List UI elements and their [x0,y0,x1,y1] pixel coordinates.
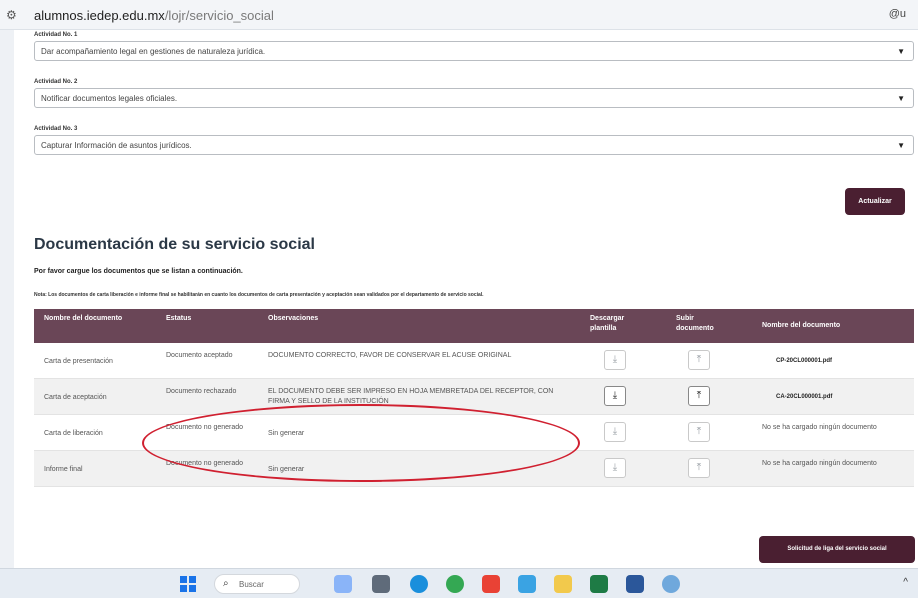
windows-start-icon[interactable] [180,576,196,592]
copilot-icon[interactable] [518,575,536,593]
chevron-up-icon[interactable]: ^ [903,577,908,588]
chevron-down-icon: ▼ [897,94,905,103]
taskbar-search-placeholder: Buscar [239,580,264,589]
activity-2-label: Actividad No. 2 [34,79,78,85]
header-download-template: Descargar plantilla [590,315,625,332]
browser-address-bar[interactable]: ⚙ alumnos.iedep.edu.mx/lojr/servicio_soc… [0,0,918,30]
document-status: Documento rechazado [166,388,237,395]
chrome-icon[interactable] [446,575,464,593]
profile-indicator[interactable]: @u [889,8,906,20]
header-observations: Observaciones [268,315,319,322]
edge-icon[interactable] [410,575,428,593]
documents-table: Nombre del documento Estatus Observacion… [34,309,914,487]
activity-1-label: Actividad No. 1 [34,32,78,38]
document-observations: Sin generar [268,430,305,437]
url-path: /lojr/servicio_social [164,8,274,23]
table-header: Nombre del documento Estatus Observacion… [34,309,914,343]
widgets-icon[interactable] [334,575,352,593]
download-icon[interactable]: ⤓ [604,386,626,406]
document-observations: Sin generar [268,466,305,473]
document-status: Documento no generado [166,424,244,431]
app-icon[interactable] [482,575,500,593]
download-icon[interactable]: ⤓ [604,422,626,442]
document-name: Carta de aceptación [44,394,107,401]
document-file-name: No se ha cargado ningún documento [762,460,877,467]
app-icon[interactable] [662,575,680,593]
table-row: Informe final Documento no generado Sin … [34,451,914,487]
note-text: Nota: Los documentos de carta liberación… [34,292,484,298]
url-text[interactable]: alumnos.iedep.edu.mx/lojr/servicio_socia… [34,8,274,23]
download-icon[interactable]: ⤓ [604,350,626,370]
document-observations: DOCUMENTO CORRECTO, FAVOR DE CONSERVAR E… [268,352,512,359]
document-name: Carta de liberación [44,430,103,437]
table-row: Carta de presentación Documento aceptado… [34,343,914,379]
actualizar-button[interactable]: Actualizar [845,188,905,215]
document-observations: EL DOCUMENTO DEBE SER IMPRESO EN HOJA ME… [268,388,554,405]
chevron-down-icon: ▼ [897,47,905,56]
table-row: Carta de aceptación Documento rechazado … [34,379,914,415]
header-upload-document: Subir documento [676,315,714,332]
activity-1-value: Dar acompañamiento legal en gestiones de… [41,47,266,56]
word-icon[interactable] [626,575,644,593]
url-host: alumnos.iedep.edu.mx [34,8,165,23]
upload-icon[interactable]: ⤒ [688,422,710,442]
activity-1-select[interactable]: Dar acompañamiento legal en gestiones de… [34,41,914,61]
instruction-text: Por favor cargue los documentos que se l… [34,268,243,275]
site-settings-icon[interactable]: ⚙ [6,7,22,23]
activity-3-value: Capturar Información de asuntos jurídico… [41,141,192,150]
section-title: Documentación de su servicio social [34,236,315,253]
activity-3-select[interactable]: Capturar Información de asuntos jurídico… [34,135,914,155]
header-document-name: Nombre del documento [44,315,123,322]
document-name: Informe final [44,466,83,473]
upload-icon[interactable]: ⤒ [688,386,710,406]
taskbar-search[interactable]: ⌕ Buscar [214,574,300,594]
upload-icon[interactable]: ⤒ [688,350,710,370]
upload-icon[interactable]: ⤒ [688,458,710,478]
document-name: Carta de presentación [44,358,113,365]
download-icon[interactable]: ⤓ [604,458,626,478]
document-status: Documento aceptado [166,352,233,359]
file-explorer-icon[interactable] [554,575,572,593]
document-file-name: CP-20CL000001.pdf [776,358,833,364]
taskbar: ⌕ Buscar ^ [0,568,918,598]
activity-2-select[interactable]: Notificar documentos legales oficiales. … [34,88,914,108]
table-row: Carta de liberación Documento no generad… [34,415,914,451]
document-file-name: CA-20CL000001.pdf [776,394,833,400]
excel-icon[interactable] [590,575,608,593]
header-status: Estatus [166,315,192,322]
header-file-name: Nombre del documento [762,322,841,329]
activity-3-label: Actividad No. 3 [34,126,78,132]
page-content: Actividad No. 1 Dar acompañamiento legal… [14,30,918,568]
search-icon: ⌕ [223,578,229,589]
chevron-down-icon: ▼ [897,141,905,150]
document-file-name: No se ha cargado ningún documento [762,424,877,431]
solicitud-liga-button[interactable]: Solicitud de liga del servicio social [759,536,915,563]
task-view-icon[interactable] [372,575,390,593]
activity-2-value: Notificar documentos legales oficiales. [41,94,178,103]
document-status: Documento no generado [166,460,244,467]
